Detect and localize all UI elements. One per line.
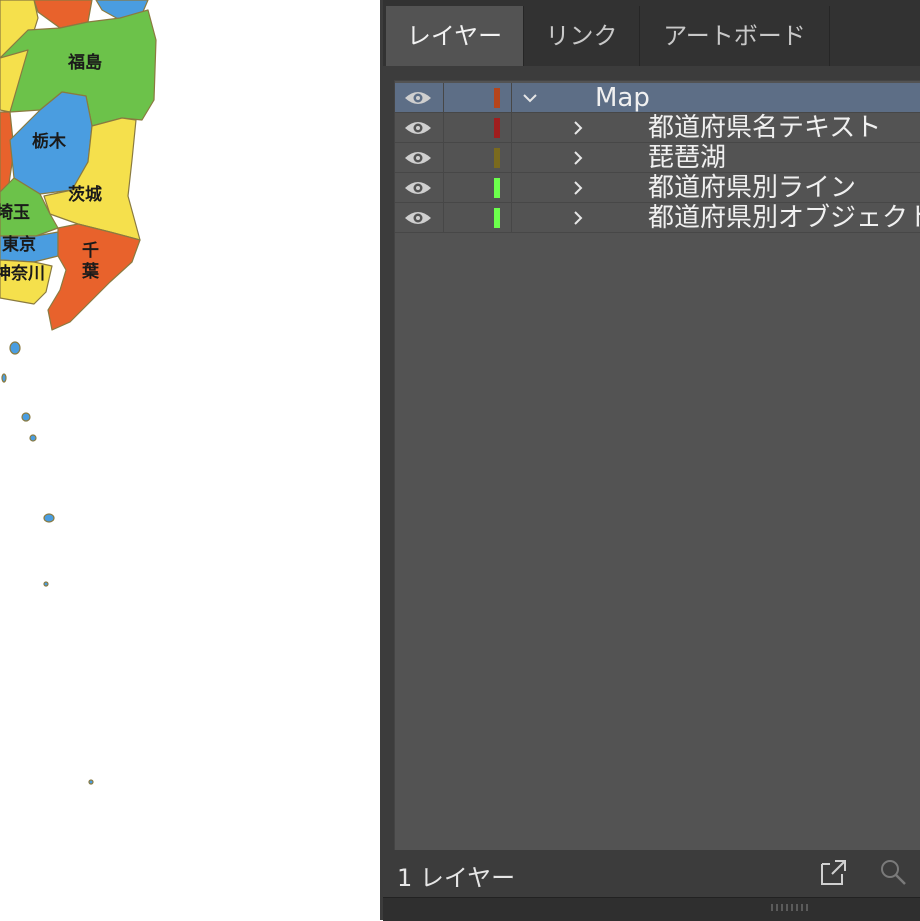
layer-row-lake-biwa[interactable]: 琵琶湖	[395, 143, 920, 173]
chevron-right-icon[interactable]	[569, 149, 587, 167]
tab-links[interactable]: リンク	[524, 6, 640, 66]
island	[1, 373, 7, 383]
label-chiba-1: 千	[82, 241, 99, 261]
label-chiba-2: 葉	[82, 262, 99, 282]
eye-icon[interactable]	[403, 88, 433, 108]
row-separator	[443, 143, 444, 173]
panel-tab-bar: レイヤー リンク アートボード	[383, 0, 920, 66]
eye-icon[interactable]	[403, 178, 433, 198]
tab-layers[interactable]: レイヤー	[386, 6, 524, 66]
layer-name: 琵琶湖	[648, 143, 727, 173]
layer-color-swatch	[494, 208, 500, 228]
layer-row-prefecture-objects[interactable]: 都道府県別オブジェクト	[395, 203, 920, 233]
row-separator	[443, 83, 444, 113]
label-tochigi: 栃木	[32, 132, 66, 152]
island	[29, 434, 37, 442]
layer-row-prefecture-lines[interactable]: 都道府県別ライン	[395, 173, 920, 203]
tab-artboards[interactable]: アートボード	[640, 6, 830, 66]
label-kanagawa: 神奈川	[0, 264, 45, 284]
panel-resize-bar[interactable]	[383, 897, 920, 921]
layer-name: 都道府県別オブジェクト	[648, 203, 920, 233]
chevron-right-icon[interactable]	[569, 119, 587, 137]
layer-color-swatch	[494, 148, 500, 168]
layers-panel: レイヤー リンク アートボード Map 都道府県名テキスト 琵琶湖 都道府県別ラ…	[380, 0, 920, 921]
resize-grip-icon[interactable]	[768, 902, 814, 912]
chevron-right-icon[interactable]	[569, 209, 587, 227]
search-icon[interactable]	[877, 856, 909, 888]
label-tokyo: 東京	[2, 235, 36, 255]
layer-row-prefecture-text[interactable]: 都道府県名テキスト	[395, 113, 920, 143]
row-separator	[511, 113, 512, 143]
eye-icon[interactable]	[403, 118, 433, 138]
row-separator	[511, 83, 512, 113]
row-separator	[443, 173, 444, 203]
map-canvas[interactable]: 福島 栃木 茨城 埼玉 東京 神奈川 千 葉	[0, 0, 380, 920]
layer-name: 都道府県名テキスト	[648, 113, 882, 143]
layer-color-swatch	[494, 178, 500, 198]
layer-color-swatch	[494, 88, 500, 108]
island	[9, 341, 21, 355]
label-ibaraki: 茨城	[68, 185, 102, 205]
row-separator	[511, 203, 512, 233]
row-separator	[443, 113, 444, 143]
layer-count: 1 レイヤー	[397, 864, 516, 892]
island	[21, 412, 31, 422]
export-icon[interactable]	[816, 856, 848, 888]
island	[43, 513, 55, 523]
island	[88, 779, 94, 785]
layer-color-swatch	[494, 118, 500, 138]
layers-list[interactable]: Map 都道府県名テキスト 琵琶湖 都道府県別ライン 都道府県別オブジェクト	[394, 80, 920, 851]
row-separator	[511, 143, 512, 173]
island	[43, 581, 49, 587]
label-fukushima: 福島	[68, 53, 102, 73]
row-separator	[511, 173, 512, 203]
layer-row-map[interactable]: Map	[395, 83, 920, 113]
chevron-right-icon[interactable]	[569, 179, 587, 197]
row-separator	[443, 203, 444, 233]
chevron-down-icon[interactable]	[521, 89, 539, 107]
eye-icon[interactable]	[403, 208, 433, 228]
eye-icon[interactable]	[403, 148, 433, 168]
layer-name: Map	[595, 83, 650, 113]
layer-name: 都道府県別ライン	[648, 173, 857, 203]
panel-footer: 1 レイヤー	[383, 850, 920, 896]
label-saitama: 埼玉	[0, 203, 30, 223]
